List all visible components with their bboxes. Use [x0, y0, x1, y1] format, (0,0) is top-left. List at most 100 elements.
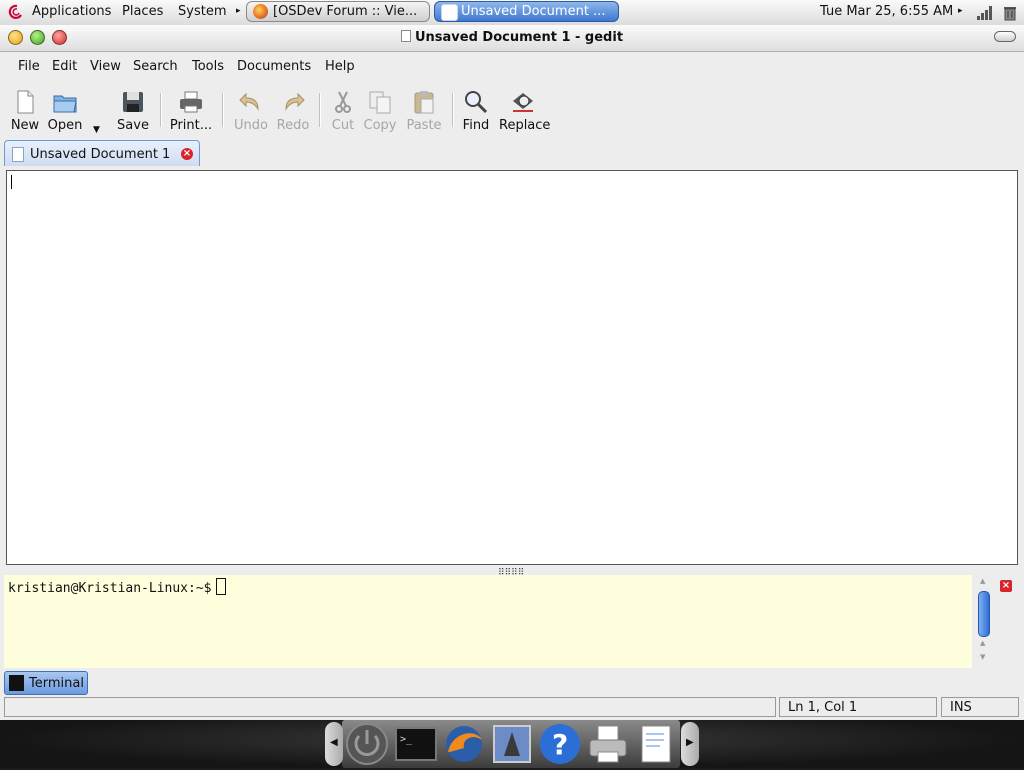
top-panel: Applications Places System ▸ [OSDev Foru…: [0, 0, 1024, 26]
svg-text:?: ?: [552, 728, 568, 761]
firefox-icon: [253, 4, 268, 19]
copy-icon: [367, 89, 393, 115]
paste-icon: [411, 89, 437, 115]
new-document-icon: [12, 89, 38, 115]
paste-button[interactable]: Paste: [402, 87, 446, 133]
terminal-cursor: [215, 578, 226, 595]
window-title: Unsaved Document 1 - gedit: [0, 30, 1024, 45]
save-button[interactable]: Save: [111, 87, 155, 133]
clock[interactable]: Tue Mar 25, 6:55 AM: [820, 4, 953, 19]
close-bottom-pane-icon[interactable]: ×: [1000, 580, 1012, 592]
terminal-panel[interactable]: kristian@Kristian-Linux:~$: [4, 575, 972, 668]
taskbar-gedit[interactable]: Unsaved Document ...: [434, 1, 619, 22]
dock-scroll-right[interactable]: ▶: [681, 722, 699, 766]
tool-label: Find: [462, 118, 490, 133]
taskbar-label: Unsaved Document ...: [461, 4, 606, 19]
trash-icon[interactable]: [1002, 4, 1018, 21]
close-tab-icon[interactable]: ×: [181, 148, 193, 160]
scroll-step-up-icon[interactable]: ▲: [980, 639, 985, 647]
find-icon: [463, 89, 489, 115]
document-icon: [12, 147, 24, 162]
open-folder-icon: [52, 89, 78, 115]
copy-button[interactable]: Copy: [358, 87, 402, 133]
tool-label: Save: [117, 118, 149, 133]
replace-button[interactable]: Replace: [499, 87, 551, 133]
tool-label: Copy: [363, 118, 397, 133]
gedit-window: Unsaved Document 1 - gedit File Edit Vie…: [0, 25, 1024, 720]
replace-icon: [510, 89, 536, 115]
tool-label: Redo: [276, 118, 310, 133]
title-bar[interactable]: Unsaved Document 1 - gedit: [0, 25, 1024, 52]
save-icon: [120, 89, 146, 115]
help-icon[interactable]: ?: [538, 722, 582, 766]
scroll-up-icon[interactable]: ▲: [980, 577, 985, 585]
svg-text:>_: >_: [400, 734, 413, 745]
menu-view[interactable]: View: [90, 59, 121, 74]
undo-button[interactable]: Undo: [229, 87, 273, 133]
launcher-arrow-icon[interactable]: ▸: [236, 6, 241, 16]
menu-documents[interactable]: Documents: [237, 59, 311, 74]
right-arrow-icon: ▶: [686, 737, 694, 748]
network-signal-icon[interactable]: [976, 4, 994, 21]
open-recent-dropdown-icon[interactable]: ▼: [93, 125, 100, 135]
tool-label: Cut: [331, 118, 355, 133]
redo-icon: [280, 89, 306, 115]
open-button[interactable]: Open: [43, 87, 87, 133]
menu-edit[interactable]: Edit: [52, 59, 77, 74]
tab-terminal[interactable]: Terminal: [4, 671, 88, 695]
undo-icon: [238, 89, 264, 115]
find-button[interactable]: Find: [454, 87, 498, 133]
gedit-icon: [441, 4, 458, 21]
text-editor[interactable]: [6, 170, 1018, 565]
toolbar-separator: [222, 93, 224, 127]
printer-app-icon[interactable]: [586, 722, 630, 766]
debian-logo-icon[interactable]: [8, 4, 24, 20]
tool-label: Undo: [234, 118, 268, 133]
mail-app-icon[interactable]: [490, 722, 534, 766]
text-caret: [11, 175, 12, 189]
status-bar: Ln 1, Col 1 INS: [0, 697, 1024, 720]
taskbar-label: [OSDev Forum :: Vie...: [273, 4, 418, 19]
new-button[interactable]: New: [3, 87, 47, 133]
menu-tools[interactable]: Tools: [192, 59, 224, 74]
tab-label: Terminal: [29, 676, 84, 691]
prompt-text: kristian@Kristian-Linux:~$: [8, 581, 212, 596]
menu-file[interactable]: File: [18, 59, 40, 74]
power-icon[interactable]: [345, 722, 389, 766]
toolbar-separator: [160, 93, 162, 127]
tab-label: Unsaved Document 1: [30, 147, 171, 162]
menu-help[interactable]: Help: [325, 59, 355, 74]
scroll-thumb[interactable]: [978, 591, 990, 637]
scroll-down-icon[interactable]: ▼: [980, 653, 985, 661]
tool-label: Paste: [406, 118, 442, 133]
terminal-icon: [9, 675, 24, 691]
dock-scroll-left[interactable]: ◀: [325, 722, 343, 766]
tab-unsaved-document-1[interactable]: Unsaved Document 1 ×: [4, 140, 200, 166]
print-icon: [178, 89, 204, 115]
tool-label: New: [10, 118, 40, 133]
tool-label: Print...: [169, 118, 213, 133]
redo-button[interactable]: Redo: [271, 87, 315, 133]
terminal-scrollbar[interactable]: ▲ ▲ ▼: [976, 575, 992, 668]
places-menu[interactable]: Places: [122, 4, 163, 19]
insert-mode[interactable]: INS: [941, 697, 1019, 717]
clock-arrow-icon[interactable]: ▸: [958, 6, 963, 16]
shade-button[interactable]: [994, 31, 1016, 42]
cursor-position: Ln 1, Col 1: [779, 697, 937, 717]
window-title-text: Unsaved Document 1 - gedit: [414, 30, 624, 45]
status-message: [4, 697, 776, 717]
system-menu[interactable]: System: [178, 4, 226, 19]
print-button[interactable]: Print...: [169, 87, 213, 133]
left-arrow-icon: ◀: [330, 737, 338, 748]
terminal-app-icon[interactable]: >_: [394, 722, 438, 766]
cut-icon: [330, 89, 356, 115]
text-editor-app-icon[interactable]: [634, 722, 678, 766]
terminal-prompt: kristian@Kristian-Linux:~$: [8, 578, 226, 596]
taskbar-firefox[interactable]: [OSDev Forum :: Vie...: [246, 1, 430, 22]
tool-label: Open: [47, 118, 83, 133]
tool-label: Replace: [499, 118, 551, 133]
menu-search[interactable]: Search: [133, 59, 178, 74]
firefox-app-icon[interactable]: [442, 722, 486, 766]
applications-menu[interactable]: Applications: [32, 4, 111, 19]
menu-bar: File Edit View Search Tools Documents He…: [0, 52, 1024, 78]
